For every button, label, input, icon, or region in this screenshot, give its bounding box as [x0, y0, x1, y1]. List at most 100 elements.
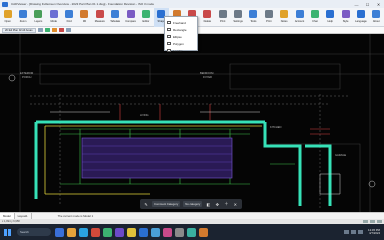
close-toolbar-icon[interactable]: ✕ [232, 201, 238, 207]
layers-icon [34, 10, 43, 18]
toolbar-find-button[interactable]: Find [61, 8, 76, 27]
toolbar-editor-button[interactable]: Editor [138, 8, 153, 27]
status-toggle-icon[interactable] [377, 220, 382, 223]
start-button[interactable] [4, 228, 11, 236]
markup-toggle-icon[interactable] [58, 28, 64, 32]
toolbar-label: Help [327, 20, 333, 23]
close-button[interactable]: ✕ [373, 0, 384, 8]
snap-toggle-icon[interactable] [44, 28, 50, 32]
toolbar-help-button[interactable]: Help [323, 8, 338, 27]
status-toggle-icon[interactable] [370, 220, 375, 223]
comment-toolbar: ✎ Comment Category No category ◧ ✥ ＋ ✕ [140, 199, 242, 209]
app-icon[interactable] [115, 227, 124, 237]
app-icon[interactable] [127, 227, 136, 237]
room-label: EXTERIOR [20, 72, 34, 75]
toolbar-account-button[interactable]: Account [292, 8, 307, 27]
toolbar-tabulate-button[interactable]: Tabulate [108, 8, 123, 27]
toolbar-label: Style [342, 20, 349, 23]
drawing-tab[interactable]: 2D Ed Plan 02 All Areas [2, 27, 36, 33]
user-icon [295, 10, 304, 18]
shape-swatch-icon [167, 35, 171, 38]
shape-menu-item-leader[interactable]: Leader [165, 47, 197, 54]
ortho-toggle-icon[interactable] [51, 28, 57, 32]
toolbar-notes-button[interactable]: Notes [276, 8, 291, 27]
toolbar-style-button[interactable]: Style [338, 8, 353, 27]
mode-icon [49, 10, 58, 18]
shape-menu-label: Leader [173, 48, 183, 53]
toolbar-print-button[interactable]: Print [215, 8, 230, 27]
toolbar-label: Mode [50, 20, 58, 23]
toolbar-label: Settings [233, 20, 243, 23]
shape-menu-label: Polygon [173, 41, 184, 46]
chat-icon [310, 10, 319, 18]
toolbar-label: Notes [280, 20, 288, 23]
shape-menu-item-ellipse[interactable]: Ellipse [165, 33, 197, 40]
toolbar-3d-button[interactable]: 3D [77, 8, 92, 27]
battery-icon[interactable] [358, 230, 364, 234]
toolbar-delete-button[interactable]: Delete [200, 8, 215, 27]
drawing-canvas[interactable]: EXTERIOR PORCH BEDROOM FOYER LIVING KITC… [0, 34, 384, 212]
app-icon[interactable] [103, 227, 112, 237]
toolbar-label: 3D [82, 20, 87, 23]
toolbar-print-button[interactable]: Print [261, 8, 276, 27]
toolbar-label: Measure [94, 20, 105, 23]
taskbar-search[interactable]: Search [17, 228, 51, 236]
help-icon [326, 10, 335, 18]
cad-app-icon[interactable] [139, 227, 148, 237]
toolbar-label: Layers [34, 20, 43, 23]
shape-menu-item-freehand[interactable]: Freehand [165, 19, 197, 26]
app-icon[interactable] [175, 227, 184, 237]
room-label: KITCHEN [270, 126, 282, 129]
toolbar-label: Account [294, 20, 305, 23]
title-bar: CADViewer - [Drawing Fullscreen Overview… [0, 0, 384, 8]
shape-swatch-icon [167, 49, 171, 52]
shape-menu-label: Ellipse [173, 34, 182, 39]
app-logo-icon [2, 1, 8, 7]
toolbar-tools-button[interactable]: Tools [246, 8, 261, 27]
toolbar-open-button[interactable]: Open [0, 8, 15, 27]
color-picker-icon[interactable]: ◧ [205, 201, 211, 207]
toolbar-settings-button[interactable]: Settings [230, 8, 245, 27]
room-label: GARAGE [335, 154, 347, 157]
toolbar-measure-button[interactable]: Measure [92, 8, 107, 27]
app-icon[interactable] [199, 227, 208, 237]
app-icon[interactable] [91, 227, 100, 237]
volume-icon[interactable] [351, 230, 357, 234]
toolbar-about-button[interactable]: About [369, 8, 384, 27]
toolbar-layers-button[interactable]: Layers [31, 8, 46, 27]
comment-icon[interactable]: ✎ [143, 201, 149, 207]
notes-icon [280, 10, 289, 18]
toolbar-language-button[interactable]: Language [353, 8, 368, 27]
toolbar-compare-button[interactable]: Compare [123, 8, 138, 27]
browser-icon[interactable] [79, 227, 88, 237]
move-icon[interactable]: ✥ [214, 201, 220, 207]
toolbar-mode-button[interactable]: Mode [46, 8, 61, 27]
coordinate-readout: x 1,994 y 6,958 [2, 220, 20, 223]
cad-drawing [0, 34, 384, 212]
app-icon[interactable] [187, 227, 196, 237]
clock[interactable]: 12:45 PM 4/7/2024 [368, 228, 380, 236]
shape-swatch-icon [167, 28, 171, 31]
subcategory-select[interactable]: No category [183, 201, 203, 207]
shape-menu-item-polygon[interactable]: Polygon [165, 40, 197, 47]
shape-menu-item-rectangle[interactable]: Rectangle [165, 26, 197, 33]
app-icon[interactable] [151, 227, 160, 237]
room-label: BEDROOM [200, 72, 214, 75]
layer-toggle-icon[interactable] [65, 28, 71, 32]
toolbar-label: Zoom [19, 20, 27, 23]
grid-toggle-icon[interactable] [37, 28, 43, 32]
search-icon [65, 10, 74, 18]
maximize-button[interactable]: ☐ [362, 0, 373, 8]
toolbar-chat-button[interactable]: Chat [307, 8, 322, 27]
app-icon[interactable] [163, 227, 172, 237]
date: 4/7/2024 [369, 231, 380, 235]
print-icon [218, 10, 227, 18]
toolbar-zoom-button[interactable]: Zoom [15, 8, 30, 27]
status-toggle-icon[interactable] [363, 220, 368, 223]
add-icon[interactable]: ＋ [223, 201, 229, 207]
folder-icon[interactable] [67, 227, 76, 237]
explorer-icon[interactable] [55, 227, 64, 237]
comment-category-select[interactable]: Comment Category [152, 201, 181, 207]
network-icon[interactable] [344, 230, 350, 234]
minimize-button[interactable]: — [351, 0, 362, 8]
